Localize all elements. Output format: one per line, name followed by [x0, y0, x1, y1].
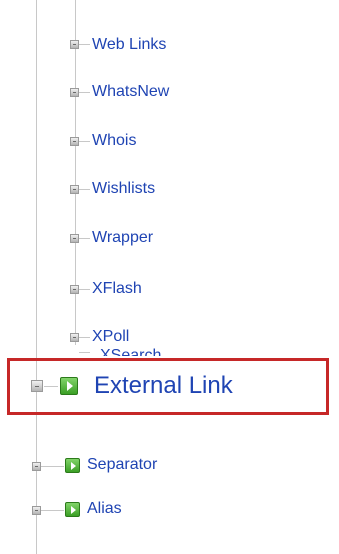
menu-type-label[interactable]: Separator — [87, 457, 157, 473]
tree-connector — [79, 289, 90, 290]
tree-connector — [79, 337, 90, 338]
collapse-icon[interactable] — [70, 333, 79, 342]
collapse-icon[interactable] — [70, 40, 79, 49]
play-icon — [65, 502, 80, 517]
collapse-icon[interactable] — [70, 88, 79, 97]
tree-connector — [79, 141, 90, 142]
tree-connector — [79, 44, 90, 45]
tree-connector — [79, 352, 90, 353]
tree-connector — [41, 466, 64, 467]
tree-item-label[interactable]: XFlash — [92, 281, 142, 297]
tree-item-label[interactable]: Wishlists — [92, 181, 155, 197]
tree-connector — [41, 510, 64, 511]
collapse-icon[interactable] — [32, 462, 41, 471]
tree-connector — [44, 386, 58, 387]
tree-item-label[interactable]: Wrapper — [92, 230, 153, 246]
menu-type-label[interactable]: Alias — [87, 501, 122, 517]
tree-connector — [79, 238, 90, 239]
play-icon — [65, 458, 80, 473]
collapse-icon[interactable] — [70, 137, 79, 146]
tree-item-label[interactable]: Web Links — [92, 37, 166, 53]
tree-item-label[interactable]: Whois — [92, 133, 136, 149]
tree-connector — [79, 92, 90, 93]
collapse-icon[interactable] — [70, 185, 79, 194]
play-icon — [60, 377, 78, 395]
collapse-icon[interactable] — [31, 380, 43, 392]
menu-type-label[interactable]: External Link — [94, 374, 233, 398]
collapse-icon[interactable] — [70, 234, 79, 243]
tree-item-label[interactable]: WhatsNew — [92, 84, 169, 100]
collapse-icon[interactable] — [32, 506, 41, 515]
collapse-icon[interactable] — [70, 285, 79, 294]
tree-connector — [79, 189, 90, 190]
tree-item-label: XSearch — [100, 347, 162, 356]
tree-item-cut[interactable]: XSearch — [100, 341, 161, 356]
